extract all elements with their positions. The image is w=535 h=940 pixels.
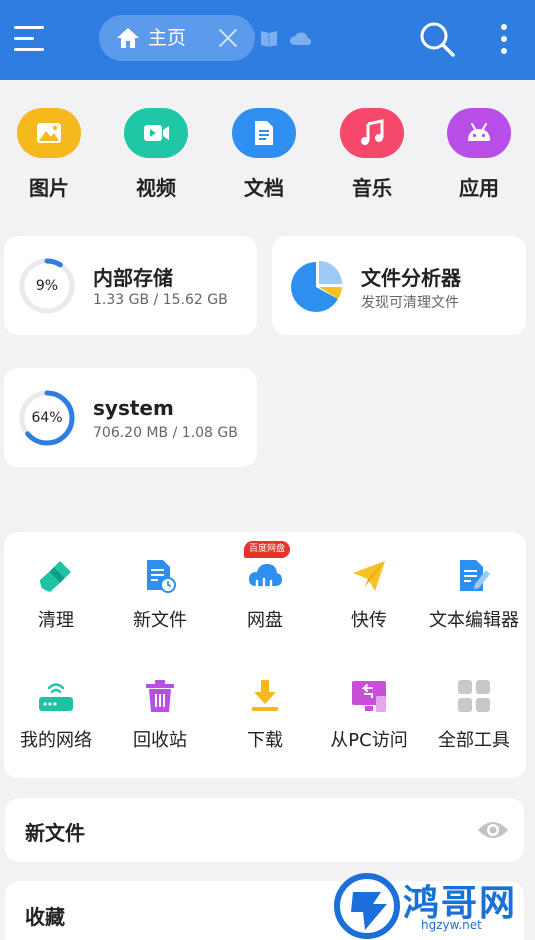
top-app-bar: 主页 xyxy=(0,0,535,80)
tool-label: 文本编辑器 xyxy=(429,610,519,631)
section-title: 收藏 xyxy=(25,905,65,929)
category-label: 应用 xyxy=(459,176,499,200)
tool-label: 从PC访问 xyxy=(330,730,408,751)
internal-storage-card[interactable]: 9% 内部存储 1.33 GB / 15.62 GB xyxy=(4,236,257,335)
storage-title: 内部存储 xyxy=(93,266,173,290)
brush-icon xyxy=(40,561,71,592)
tool-label: 全部工具 xyxy=(438,730,510,751)
pie-chart-icon xyxy=(291,261,342,312)
android-icon xyxy=(468,123,490,141)
search-icon[interactable] xyxy=(418,20,456,58)
category-documents[interactable]: 文档 xyxy=(219,108,309,203)
tool-label: 回收站 xyxy=(133,730,187,751)
tool-download[interactable]: 下载 xyxy=(213,668,317,768)
watermark-logo: 鸿哥网 hgzyw.net xyxy=(333,872,533,940)
eye-icon[interactable] xyxy=(477,818,509,842)
pc-access-icon xyxy=(352,681,386,712)
tool-label: 网盘 xyxy=(247,610,283,631)
tool-fast-transfer[interactable]: 快传 xyxy=(317,548,421,648)
section-title: 新文件 xyxy=(25,821,85,845)
new-file-icon xyxy=(147,560,176,593)
watermark-g-icon xyxy=(334,873,400,939)
analyzer-title: 文件分析器 xyxy=(361,266,461,290)
tool-cloud-drive[interactable]: 网盘 xyxy=(213,548,317,648)
system-storage-card[interactable]: 64% system 706.20 MB / 1.08 GB xyxy=(4,368,257,467)
tab-label: 主页 xyxy=(148,27,187,49)
storage-usage: 706.20 MB / 1.08 GB xyxy=(93,425,238,441)
category-label: 图片 xyxy=(29,176,69,200)
tool-label: 下载 xyxy=(247,730,283,751)
cloud-icon xyxy=(290,32,311,45)
category-label: 文档 xyxy=(244,176,284,200)
watermark-url: hgzyw.net xyxy=(421,918,482,932)
analyzer-subtitle: 发现可清理文件 xyxy=(361,295,459,311)
storage-usage: 1.33 GB / 15.62 GB xyxy=(93,292,228,308)
trash-icon xyxy=(146,680,174,712)
category-label: 视频 xyxy=(136,176,176,200)
category-apps[interactable]: 应用 xyxy=(434,108,524,203)
category-music[interactable]: 音乐 xyxy=(327,108,417,203)
home-icon xyxy=(117,28,139,48)
document-icon xyxy=(255,121,273,145)
download-icon xyxy=(252,680,278,711)
close-icon[interactable] xyxy=(217,27,239,49)
paper-plane-icon xyxy=(353,561,385,591)
menu-icon[interactable] xyxy=(14,24,48,54)
storage-title: system xyxy=(93,396,174,420)
cloud-drive-icon xyxy=(249,564,282,588)
new-files-section[interactable]: 新文件 xyxy=(5,798,524,862)
music-icon xyxy=(361,119,384,145)
tool-pc-access[interactable]: 从PC访问 xyxy=(317,668,421,768)
storage-percent: 64% xyxy=(31,410,63,426)
tab-home[interactable]: 主页 xyxy=(99,15,255,61)
category-videos[interactable]: 视频 xyxy=(111,108,201,203)
router-icon xyxy=(39,683,73,711)
tool-label: 快传 xyxy=(351,610,387,631)
tool-all-tools[interactable]: 全部工具 xyxy=(422,668,526,768)
video-icon xyxy=(144,125,169,141)
tool-new-files[interactable]: 新文件 xyxy=(108,548,212,648)
category-images[interactable]: 图片 xyxy=(4,108,94,203)
book-icon xyxy=(261,31,277,47)
tool-label: 新文件 xyxy=(133,610,187,631)
tool-label: 清理 xyxy=(38,610,74,631)
tool-label: 我的网络 xyxy=(20,730,92,751)
file-analyzer-card[interactable]: 文件分析器 发现可清理文件 xyxy=(272,236,526,335)
tool-recycle-bin[interactable]: 回收站 xyxy=(108,668,212,768)
tool-clean[interactable]: 清理 xyxy=(4,548,108,648)
grid-icon xyxy=(458,680,490,712)
more-vert-icon[interactable] xyxy=(490,20,518,58)
tool-text-editor[interactable]: 文本编辑器 xyxy=(422,548,526,648)
tool-my-network[interactable]: 我的网络 xyxy=(4,668,108,768)
baidu-badge: 百度网盘 xyxy=(244,541,291,558)
storage-percent: 9% xyxy=(35,278,59,294)
tab-extras xyxy=(261,31,311,47)
image-icon xyxy=(37,123,61,143)
category-label: 音乐 xyxy=(352,176,392,200)
text-editor-icon xyxy=(460,560,490,591)
